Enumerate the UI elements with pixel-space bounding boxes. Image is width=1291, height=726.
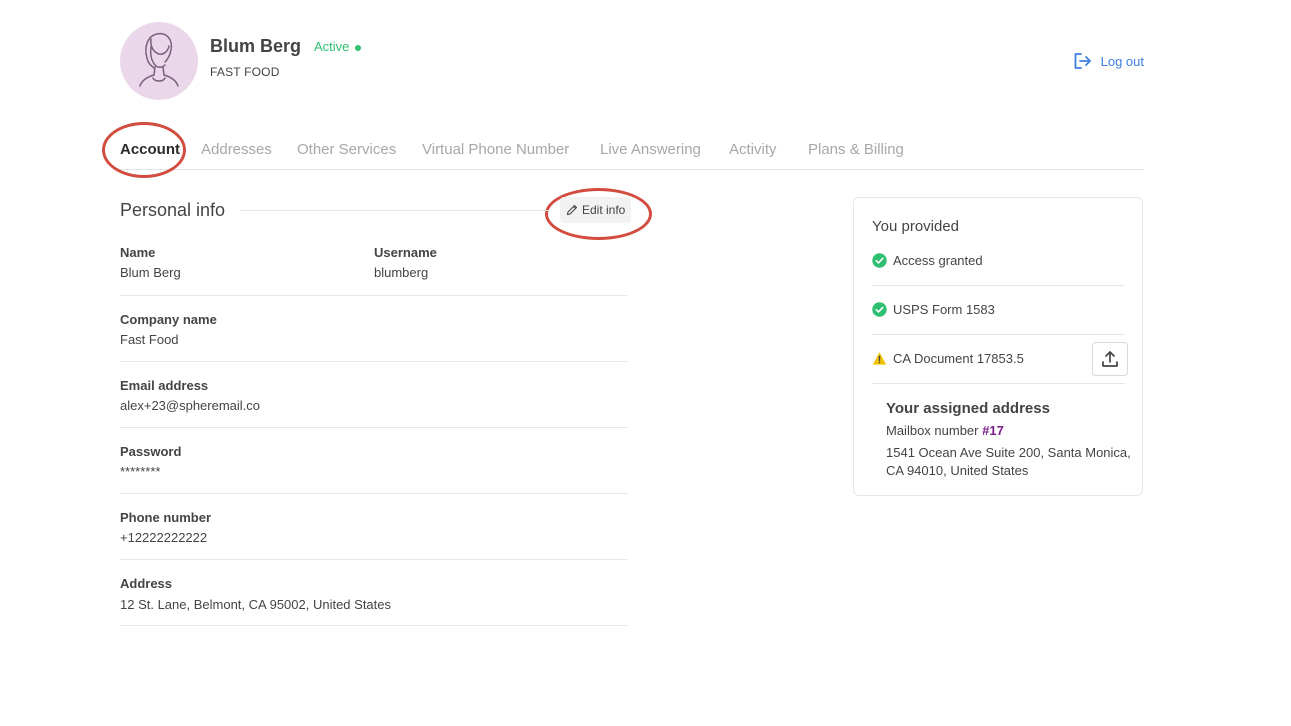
assigned-address-text: 1541 Ocean Ave Suite 200, Santa Monica, … xyxy=(886,445,1131,478)
status-dot-icon xyxy=(355,45,361,51)
tab-virtual-phone-number[interactable]: Virtual Phone Number xyxy=(422,141,569,158)
document-row: Access granted xyxy=(872,238,1125,286)
company-subtitle: FAST FOOD xyxy=(210,65,280,79)
tab-plans-billing[interactable]: Plans & Billing xyxy=(808,141,904,158)
phone-label: Phone number xyxy=(120,510,212,525)
username-label: Username xyxy=(374,245,437,260)
document-row: USPS Form 1583 xyxy=(872,287,1125,335)
email-label: Email address xyxy=(120,378,209,393)
address-row: Address 12 St. Lane, Belmont, CA 95002, … xyxy=(120,560,628,626)
section-divider xyxy=(240,210,550,211)
document-label: CA Document 17853.5 xyxy=(893,351,1024,366)
upload-button[interactable] xyxy=(1092,342,1128,376)
profile-header: Blum Berg Active FAST FOOD Log out xyxy=(120,22,1144,102)
edit-info-label: Edit info xyxy=(582,203,626,217)
logout-icon xyxy=(1074,53,1091,69)
username-value: blumberg xyxy=(374,265,429,280)
mailbox-number: #17 xyxy=(982,423,1004,438)
logout-button[interactable]: Log out xyxy=(1074,53,1144,69)
pencil-icon xyxy=(566,204,578,216)
woman-avatar-icon xyxy=(139,32,179,87)
document-label: Access granted xyxy=(893,253,983,268)
name-value: Blum Berg xyxy=(120,265,181,280)
mailbox-label: Mailbox number xyxy=(886,423,979,438)
phone-row: Phone number +12222222222 xyxy=(120,494,628,560)
phone-value: +12222222222 xyxy=(120,530,208,545)
address-value: 12 St. Lane, Belmont, CA 95002, United S… xyxy=(120,597,392,612)
password-label: Password xyxy=(120,444,182,459)
mailbox-line: Mailbox number #17 xyxy=(886,423,1004,438)
name-row: Name Blum Berg Username blumberg xyxy=(120,230,628,296)
edit-info-button[interactable]: Edit info xyxy=(560,197,632,223)
address-label: Address xyxy=(120,576,173,591)
company-value: Fast Food xyxy=(120,332,179,347)
personal-info-title: Personal info xyxy=(120,200,226,220)
password-row: Password ******** xyxy=(120,428,628,494)
tab-bar: Account Addresses Other Services Virtual… xyxy=(120,140,1144,170)
check-circle-icon xyxy=(872,302,887,317)
provided-documents-card: You provided Access granted USPS Form 15… xyxy=(853,197,1143,496)
tab-live-answering[interactable]: Live Answering xyxy=(600,141,701,158)
upload-icon xyxy=(1102,351,1118,367)
card-title: You provided xyxy=(872,218,960,235)
status-badge: Active xyxy=(314,39,350,54)
tab-activity[interactable]: Activity xyxy=(729,141,777,158)
assigned-address-title: Your assigned address xyxy=(886,400,1050,417)
company-label: Company name xyxy=(120,312,217,327)
tab-account[interactable]: Account xyxy=(120,141,180,158)
avatar xyxy=(120,22,198,100)
user-name: Blum Berg xyxy=(210,36,302,56)
email-value: alex+23@spheremail.co xyxy=(120,398,261,413)
password-value: ******** xyxy=(120,464,161,479)
document-row: CA Document 17853.5 xyxy=(872,336,1128,384)
company-row: Company name Fast Food xyxy=(120,296,628,362)
tab-other-services[interactable]: Other Services xyxy=(297,141,396,158)
logout-label: Log out xyxy=(1100,53,1144,69)
warning-icon xyxy=(872,352,887,365)
email-row: Email address alex+23@spheremail.co xyxy=(120,362,628,428)
name-label: Name xyxy=(120,245,156,260)
tab-addresses[interactable]: Addresses xyxy=(201,141,272,158)
check-circle-icon xyxy=(872,253,887,268)
document-label: USPS Form 1583 xyxy=(893,302,995,317)
